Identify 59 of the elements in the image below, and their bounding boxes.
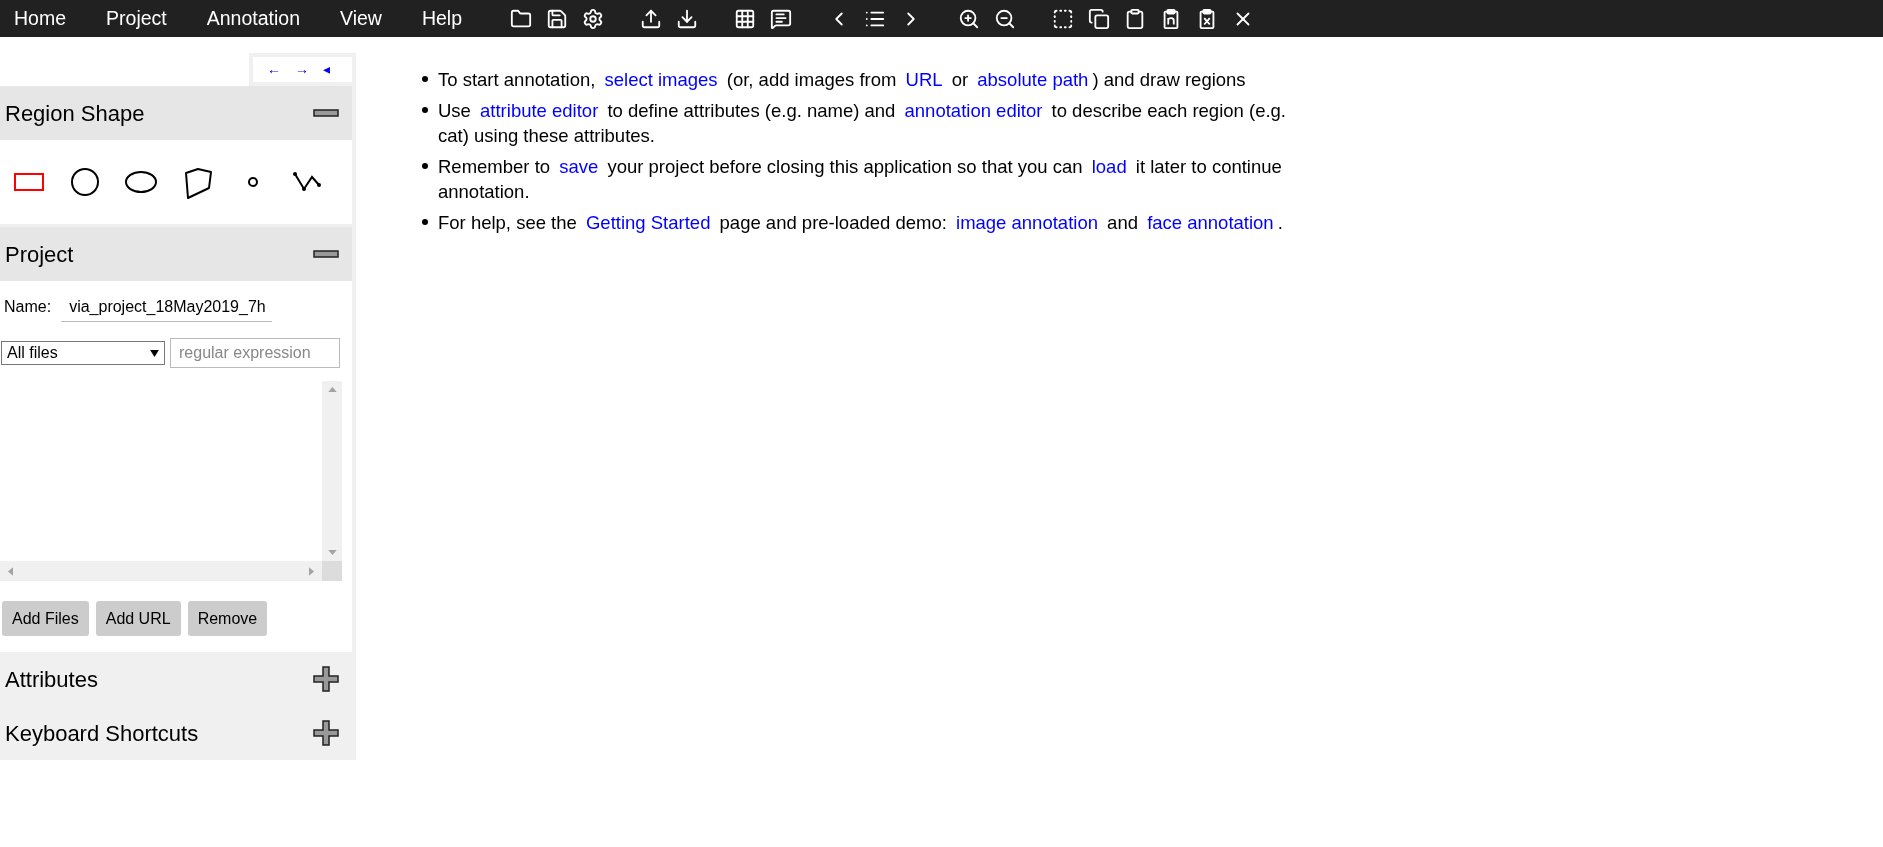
project-button[interactable]: Add Files	[2, 601, 89, 636]
link[interactable]: image annotation	[956, 212, 1098, 233]
save-icon[interactable]	[546, 7, 568, 30]
menu-item[interactable]: Home	[14, 3, 67, 34]
menu-item[interactable]: Help	[421, 3, 462, 34]
zoom-in-icon[interactable]	[958, 7, 980, 30]
panel-header[interactable]: Keyboard Shortcuts	[0, 706, 352, 760]
regex-filter-field[interactable]: regular expression	[170, 338, 340, 368]
instruction-text: Remember to save your project before closing this application so that you can load it later to continue annotation.	[438, 155, 1283, 204]
panel-nav-link[interactable]: ←	[267, 59, 281, 80]
expand-icon[interactable]	[313, 666, 339, 692]
file-filter-dropdown[interactable]: All files	[1, 341, 165, 365]
copy-icon[interactable]	[1088, 7, 1110, 30]
project-button[interactable]: Remove	[187, 601, 268, 636]
link[interactable]: attribute editor	[480, 100, 599, 121]
expand-icon[interactable]	[313, 720, 339, 746]
dropdown-caret-icon	[150, 349, 159, 357]
project-button[interactable]: Add URL	[95, 601, 181, 636]
bullet-icon	[422, 76, 428, 82]
menu-item[interactable]: Annotation	[206, 3, 300, 34]
scrollbar-corner	[322, 561, 342, 581]
panel-header[interactable]: Project	[0, 227, 352, 281]
bullet-icon	[422, 219, 428, 225]
download-icon[interactable]	[676, 7, 698, 30]
link[interactable]: absolute path	[977, 69, 1089, 90]
comment-icon[interactable]	[770, 7, 792, 30]
panel-nav-link[interactable]: →	[295, 59, 309, 80]
panel-title: Attributes	[5, 665, 98, 694]
collapse-icon[interactable]	[313, 250, 339, 258]
settings-icon[interactable]	[582, 7, 604, 30]
instruction-text: For help, see the Getting Started page and pre-loaded demo: image annotation and face annotation .	[438, 211, 1283, 235]
instruction-text: Use attribute editor to define attributes (e.g. name) and annotation editor to describe each region (e.g. cat) using these attributes.	[438, 99, 1287, 148]
grid-icon[interactable]	[734, 7, 756, 30]
bullet-icon	[422, 107, 428, 113]
panel-title: Keyboard Shortcuts	[5, 719, 199, 748]
select-all-icon[interactable]	[1052, 7, 1074, 30]
panel-header[interactable]: Attributes	[0, 652, 352, 706]
collapse-icon[interactable]	[313, 109, 339, 117]
zoom-out-icon[interactable]	[994, 7, 1016, 30]
folder-icon[interactable]	[510, 7, 532, 30]
panel-nav-link[interactable]: ◂	[323, 59, 330, 80]
panel-title: Region Shape	[5, 99, 145, 128]
panel-header[interactable]: Region Shape	[0, 86, 352, 140]
name-label: Name:	[4, 297, 52, 317]
link[interactable]: select images	[604, 69, 718, 90]
panel-title: Project	[5, 240, 74, 269]
link[interactable]: face annotation	[1147, 212, 1274, 233]
link[interactable]: annotation editor	[904, 100, 1043, 121]
menu-item[interactable]: Project	[106, 3, 167, 34]
menu-item[interactable]: View	[340, 3, 382, 34]
instruction-text: To start annotation, select images (or, add images from URL or absolute path ) and draw regions	[438, 68, 1246, 92]
upload-icon[interactable]	[640, 7, 662, 30]
clipboard-icon[interactable]	[1124, 7, 1146, 30]
link[interactable]: load	[1091, 156, 1127, 177]
project-name-field[interactable]: via_project_18May2019_7h	[61, 292, 273, 322]
link[interactable]: Getting Started	[586, 212, 711, 233]
bullet-icon	[422, 163, 428, 169]
link[interactable]: save	[559, 156, 599, 177]
link[interactable]: URL	[905, 69, 943, 90]
